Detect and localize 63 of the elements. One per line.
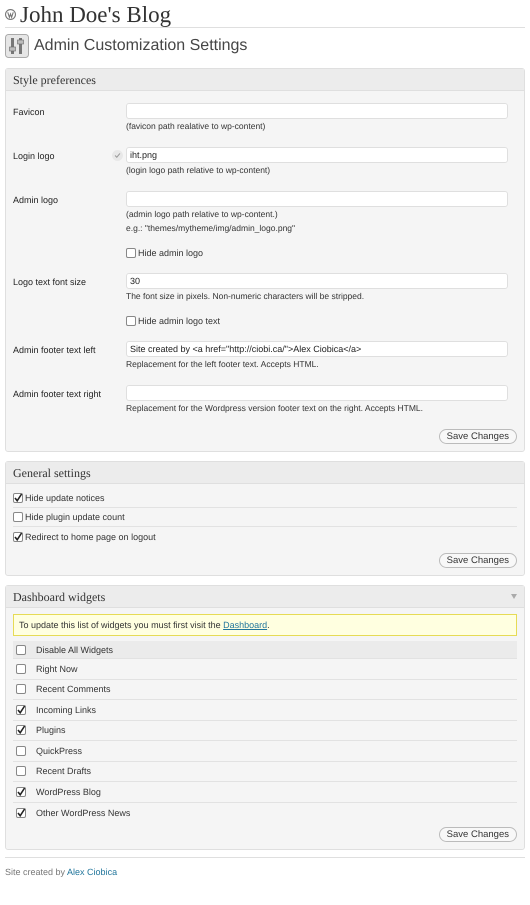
checkmark-icon (112, 150, 123, 161)
panel-title: General settings (13, 464, 91, 482)
hint-text: (favicon path realative to wp-content) (126, 120, 266, 132)
page-title: Admin Customization Settings (34, 36, 248, 56)
widget-label: Recent Comments (36, 683, 111, 696)
checkbox[interactable] (16, 704, 26, 715)
text-field[interactable]: iht.png (126, 147, 508, 163)
hint-text: The font size in pixels. Non-numeric characters will be stripped. (126, 290, 366, 302)
field-label: Admin logo (13, 195, 58, 205)
hint-text: (login logo path relative to wp-content) (126, 164, 272, 176)
settings-sliders-icon (5, 34, 29, 58)
checkbox[interactable] (13, 493, 23, 503)
widget-label: Other WordPress News (36, 806, 130, 819)
widget-label: Plugins (36, 724, 66, 736)
checkbox-label: Hide update notices (25, 492, 105, 504)
footer-text: Site created by Alex Ciobica (5, 867, 118, 877)
field-label: Logo text font size (13, 277, 86, 287)
collapse-arrow-icon[interactable] (511, 594, 517, 599)
save-button[interactable]: Save Changes (438, 429, 517, 444)
checkbox[interactable] (126, 316, 136, 326)
widget-label: Disable All Widgets (36, 644, 114, 656)
text-field[interactable]: 30 (126, 273, 508, 289)
widget-label: Recent Drafts (36, 765, 92, 778)
checkbox[interactable] (16, 725, 26, 736)
checkbox[interactable] (16, 644, 26, 654)
author-link[interactable]: Alex Ciobica (67, 867, 118, 877)
hint-text: (admin logo path relative to wp-content.) (126, 208, 279, 220)
wordpress-logo-icon (5, 8, 16, 20)
save-button[interactable]: Save Changes (438, 553, 517, 568)
checkbox-label: Hide admin logo text (138, 315, 220, 327)
panel-title: Style preferences (13, 72, 96, 88)
text-field[interactable]: Site created by <a href="http://ciobi.ca/">Alex Ciobica</a> (126, 341, 508, 357)
checkbox-label: Redirect to home page on logout (25, 530, 156, 542)
field-label: Favicon (13, 107, 45, 117)
hint-text: e.g.: "themes/mytheme/img/admin_logo.png" (126, 222, 296, 234)
checkbox[interactable] (16, 746, 26, 756)
save-button[interactable]: Save Changes (438, 827, 517, 842)
checkbox[interactable] (16, 766, 26, 776)
checkbox[interactable] (13, 532, 23, 542)
notice-text: To update this list of widgets you must first visit the Dashboard. (19, 619, 270, 631)
field-label: Admin footer text left (13, 345, 96, 355)
field-label: Admin footer text right (13, 389, 102, 399)
checkbox[interactable] (13, 512, 23, 522)
widget-label: WordPress Blog (36, 786, 101, 798)
site-title: John Doe's Blog (20, 2, 172, 26)
panel-title: Dashboard widgets (13, 588, 106, 606)
field-label: Login logo (13, 151, 55, 161)
text-field[interactable] (126, 385, 508, 401)
hint-text: Replacement for the left footer text. Accepts HTML. (126, 358, 320, 370)
checkbox[interactable] (16, 664, 26, 674)
checkbox[interactable] (16, 786, 26, 797)
widget-label: Incoming Links (36, 704, 96, 716)
widget-label: Right Now (36, 662, 78, 675)
text-field[interactable] (126, 103, 508, 119)
text-field[interactable] (126, 191, 508, 207)
dashboard-link[interactable]: Dashboard (223, 620, 268, 630)
checkbox[interactable] (126, 248, 136, 258)
widget-label: QuickPress (36, 744, 82, 757)
hint-text: Replacement for the Wordpress version footer text on the right. Accepts HTML. (126, 402, 424, 414)
checkbox-label: Hide plugin update count (25, 511, 125, 523)
checkbox-label: Hide admin logo (138, 247, 204, 259)
checkbox[interactable] (16, 808, 26, 818)
checkbox[interactable] (16, 684, 26, 694)
